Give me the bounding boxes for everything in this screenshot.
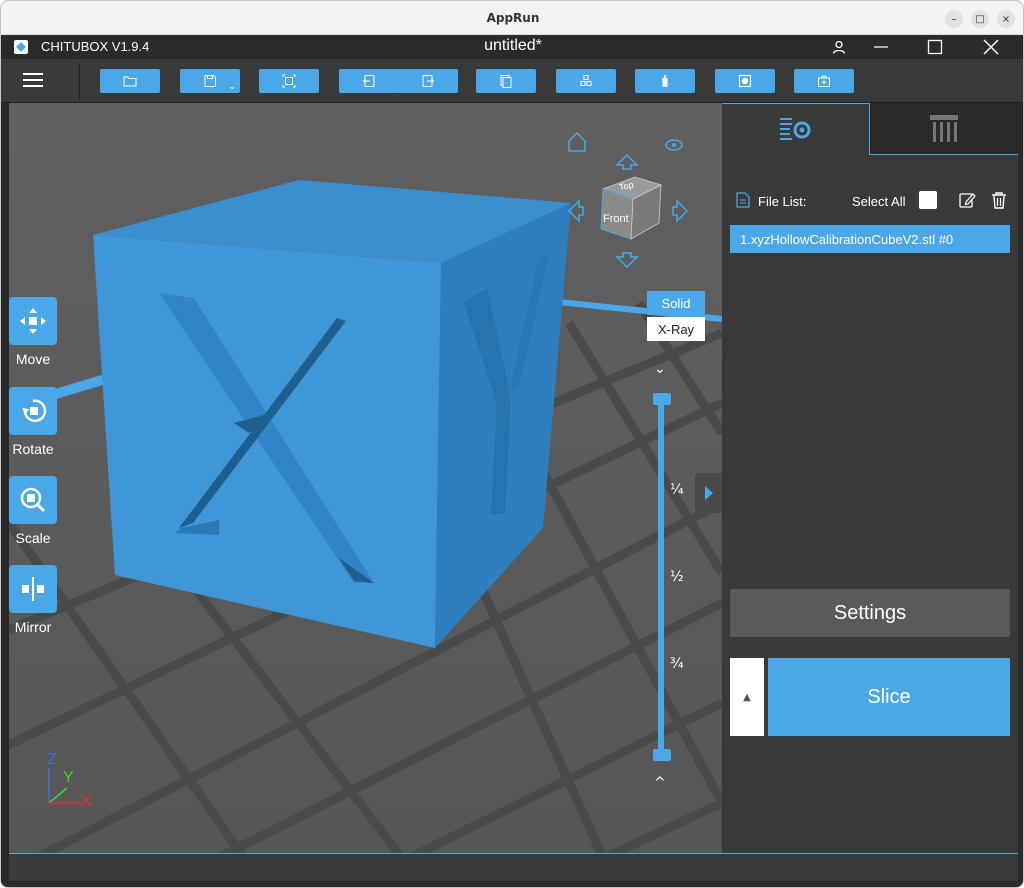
os-window-title: AppRun [486, 11, 540, 25]
delete-trash-icon[interactable] [990, 191, 1008, 209]
home-view-icon [568, 131, 586, 152]
main-toolbar: ⌄ [1, 59, 1023, 103]
right-panel: File List: Select All 1.xyzHollowCalibra… [722, 103, 1018, 853]
file-icon [736, 192, 750, 208]
solid-view-button[interactable]: Solid [647, 291, 705, 315]
view-down-arrow-icon [615, 252, 639, 269]
auto-layout-icon [282, 74, 296, 88]
multiply-icon [580, 75, 592, 86]
layer-slider-top-handle[interactable] [653, 393, 671, 405]
chevron-down-icon[interactable]: ⌄ [228, 81, 236, 92]
save-button[interactable]: ⌄ [180, 69, 240, 93]
os-minimize-button[interactable]: – [945, 10, 963, 28]
multiply-button[interactable] [556, 69, 616, 93]
supports-icon [930, 114, 958, 142]
mirror-label: Mirror [14, 619, 52, 635]
tab-supports[interactable] [870, 103, 1018, 155]
rotate-icon[interactable] [9, 387, 57, 435]
redo-button[interactable] [398, 69, 458, 93]
auto-layout-button[interactable] [259, 69, 319, 93]
dig-hole-icon [738, 74, 752, 88]
y-axis-label: Y [63, 769, 74, 786]
mirror-icon[interactable] [9, 565, 57, 613]
scale-label: Scale [15, 530, 51, 546]
layer-slider-bottom-handle[interactable] [653, 749, 671, 761]
os-titlebar: AppRun – □ × [1, 1, 1023, 35]
app-titlebar: CHITUBOX V1.9.4 untitled* [1, 35, 1023, 59]
settings-button[interactable]: Settings [730, 589, 1010, 637]
status-bar [9, 853, 1018, 881]
os-close-button[interactable]: × [997, 10, 1015, 28]
move-tool[interactable]: Move [9, 297, 57, 367]
collapse-panel-button[interactable] [695, 473, 722, 513]
file-list-header: File List: Select All [734, 191, 1010, 211]
os-maximize-button[interactable]: □ [971, 10, 989, 28]
redo-icon [422, 75, 435, 87]
open-file-button[interactable] [100, 69, 160, 93]
maximize-button[interactable] [917, 35, 953, 59]
settings-list-icon [779, 117, 810, 140]
slider-tick-three-quarter: ¾ [670, 656, 684, 672]
hollow-icon [662, 75, 668, 87]
hamburger-icon[interactable] [23, 69, 63, 93]
file-list-label: File List: [758, 194, 807, 209]
undo-button[interactable] [339, 69, 399, 93]
x-axis-label: X [81, 793, 92, 810]
move-icon[interactable] [9, 297, 57, 345]
user-account-icon[interactable] [821, 35, 857, 59]
slice-button[interactable]: Slice [768, 658, 1010, 736]
open-folder-icon [123, 76, 137, 87]
z-axis-label: Z [47, 751, 57, 768]
layer-slider-track[interactable] [658, 399, 664, 755]
app-window: AppRun – □ × CHITUBOX V1.9.4 untitled* ⌄… [0, 0, 1024, 888]
undo-icon [362, 75, 375, 87]
copy-button[interactable] [476, 69, 536, 93]
tab-settings-list[interactable] [722, 103, 870, 155]
scale-tool[interactable]: Scale [9, 476, 57, 546]
rotate-tool[interactable]: Rotate [9, 387, 57, 457]
move-label: Move [15, 351, 51, 367]
select-all-checkbox[interactable] [919, 191, 937, 209]
3d-viewport[interactable]: Z Y X Move Rotate Scale Mirror Top Front… [9, 103, 722, 853]
view-navigation [567, 131, 689, 269]
repair-button[interactable] [794, 69, 854, 93]
close-button[interactable] [973, 35, 1009, 59]
slider-tick-half: ½ [670, 569, 684, 585]
file-list-item[interactable]: 1.xyzHollowCalibrationCubeV2.stl #0 [730, 225, 1010, 253]
slider-tick-quarter: ¼ [670, 482, 684, 498]
mirror-tool[interactable]: Mirror [9, 565, 57, 635]
rename-edit-icon[interactable] [958, 191, 976, 209]
copy-icon [500, 75, 512, 88]
view-up-arrow-icon [615, 153, 639, 170]
select-all-label: Select All [852, 194, 906, 209]
chevron-down-icon[interactable]: ⌄ [654, 361, 666, 377]
hollow-button[interactable] [635, 69, 695, 93]
window-frame-left [1, 103, 9, 887]
save-icon [204, 75, 216, 87]
toolbar-divider [79, 63, 80, 99]
window-frame-bottom [1, 881, 1023, 887]
rotate-label: Rotate [12, 441, 54, 457]
dig-hole-button[interactable] [715, 69, 775, 93]
view-cube-front-label[interactable]: Front [603, 213, 629, 225]
xray-view-button[interactable]: X-Ray [647, 317, 705, 341]
window-frame-right [1018, 103, 1023, 887]
minimize-button[interactable] [863, 35, 899, 59]
repair-icon [818, 75, 830, 87]
chevron-right-icon [704, 486, 713, 500]
view-left-arrow-icon [567, 199, 584, 223]
scale-icon[interactable] [9, 476, 57, 524]
view-right-arrow-icon [672, 199, 689, 223]
chevron-up-icon[interactable]: ^ [654, 775, 666, 791]
slice-options-dropdown[interactable]: ▲ [730, 658, 764, 736]
